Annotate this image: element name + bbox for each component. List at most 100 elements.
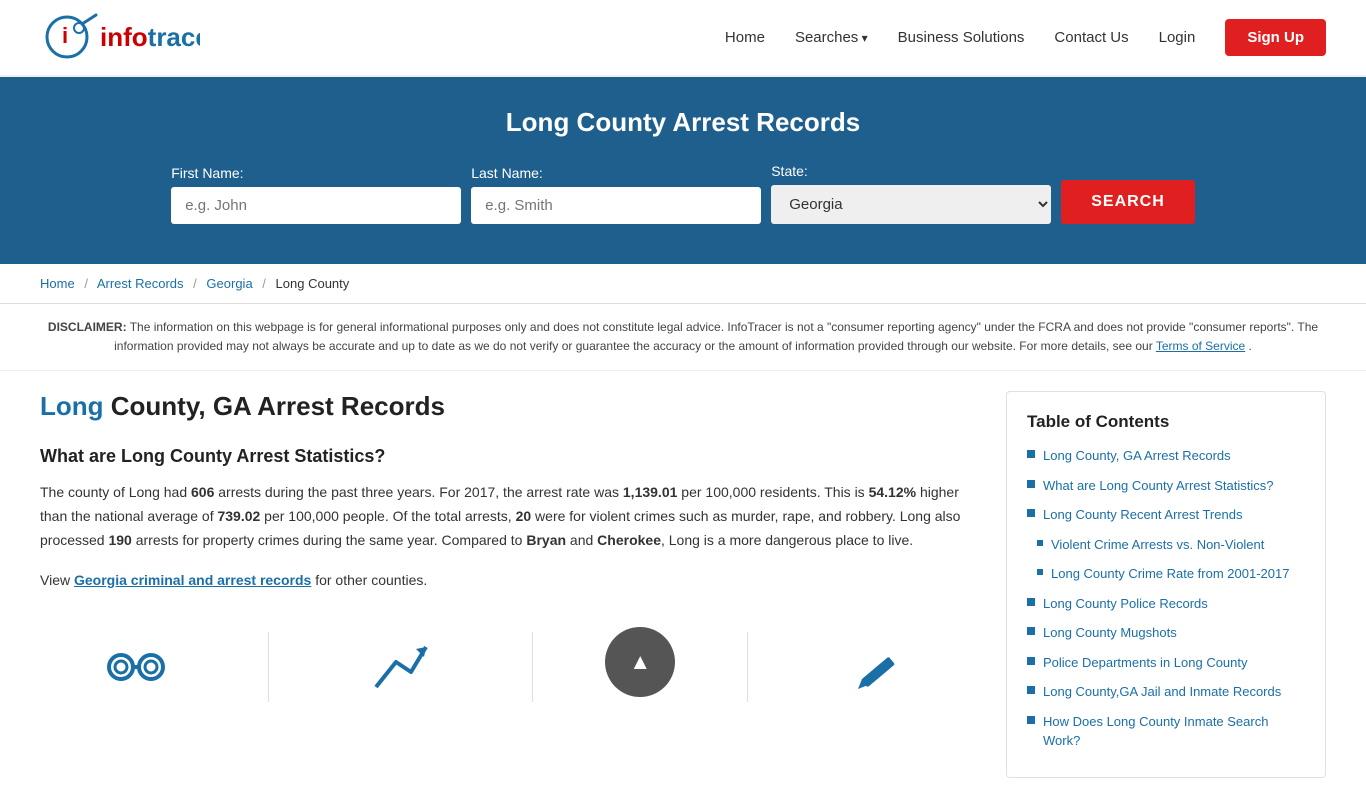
breadcrumb-long-county: Long County xyxy=(276,276,350,291)
toc-item: Long County Recent Arrest Trends xyxy=(1027,505,1305,525)
title-rest: County, GA Arrest Records xyxy=(104,391,445,421)
state-select[interactable]: Georgia Alabama Florida Tennessee xyxy=(771,185,1051,224)
first-name-input[interactable] xyxy=(171,187,461,224)
toc-bullet-icon xyxy=(1027,657,1035,665)
view-georgia-link[interactable]: Georgia criminal and arrest records xyxy=(74,572,311,588)
breadcrumb: Home / Arrest Records / Georgia / Long C… xyxy=(0,264,1366,304)
toc-link[interactable]: Long County Police Records xyxy=(1043,594,1208,614)
toc-item: What are Long County Arrest Statistics? xyxy=(1027,476,1305,496)
toc-bullet-icon xyxy=(1027,450,1035,458)
arrests-count: 606 xyxy=(191,484,214,500)
s1p1: The county of Long had xyxy=(40,484,191,500)
toc-bullet-icon xyxy=(1027,598,1035,606)
search-form: First Name: Last Name: State: Georgia Al… xyxy=(40,163,1326,224)
icon-trend-up xyxy=(341,627,461,707)
toc-heading: Table of Contents xyxy=(1027,412,1305,432)
toc-item: Long County Mugshots xyxy=(1027,623,1305,643)
breadcrumb-sep1: / xyxy=(84,276,88,291)
nav-contact[interactable]: Contact Us xyxy=(1054,29,1128,46)
section1-heading: What are Long County Arrest Statistics? xyxy=(40,446,976,467)
toc-link[interactable]: What are Long County Arrest Statistics? xyxy=(1043,476,1274,496)
county1: Bryan xyxy=(526,532,566,548)
toc-link[interactable]: Police Departments in Long County xyxy=(1043,653,1248,673)
disclaimer-bold: DISCLAIMER: xyxy=(48,320,127,334)
toc-item: Long County Police Records xyxy=(1027,594,1305,614)
title-highlight: Long xyxy=(40,391,104,421)
s1p5: per 100,000 people. Of the total arrests… xyxy=(260,508,515,524)
toc-bullet-icon xyxy=(1027,509,1035,517)
s1p7: arrests for property crimes during the s… xyxy=(132,532,527,548)
nav-links: Home Searches Business Solutions Contact… xyxy=(725,19,1326,56)
toc-link[interactable]: Long County Mugshots xyxy=(1043,623,1177,643)
toc-link[interactable]: Long County,GA Jail and Inmate Records xyxy=(1043,682,1281,702)
main-content: Long County, GA Arrest Records What are … xyxy=(0,371,1366,798)
toc-link[interactable]: Violent Crime Arrests vs. Non-Violent xyxy=(1051,535,1264,555)
svg-text:infotracer™: infotracer™ xyxy=(100,22,200,52)
logo-svg: i infotracer™ xyxy=(40,10,200,65)
violent-count: 20 xyxy=(516,508,532,524)
toc-item: Police Departments in Long County xyxy=(1027,653,1305,673)
first-name-label: First Name: xyxy=(171,165,243,181)
breadcrumb-georgia[interactable]: Georgia xyxy=(206,276,252,291)
toc-bullet-icon xyxy=(1027,716,1035,724)
pct-higher: 54.12% xyxy=(869,484,916,500)
toc-item: Long County,GA Jail and Inmate Records xyxy=(1027,682,1305,702)
view-end: for other counties. xyxy=(311,572,427,588)
nav-searches[interactable]: Searches xyxy=(795,29,868,46)
rate-2017: 1,139.01 xyxy=(623,484,678,500)
article-main-title: Long County, GA Arrest Records xyxy=(40,391,976,422)
hero-section: Long County Arrest Records First Name: L… xyxy=(0,77,1366,264)
breadcrumb-sep3: / xyxy=(262,276,266,291)
state-group: State: Georgia Alabama Florida Tennessee xyxy=(771,163,1051,224)
property-count: 190 xyxy=(108,532,131,548)
scroll-top-btn[interactable]: ▲ xyxy=(605,627,675,697)
toc-link[interactable]: Long County, GA Arrest Records xyxy=(1043,446,1231,466)
last-name-group: Last Name: xyxy=(471,165,761,224)
last-name-label: Last Name: xyxy=(471,165,543,181)
svg-text:i: i xyxy=(62,23,68,48)
nav-signup[interactable]: Sign Up xyxy=(1225,19,1326,56)
breadcrumb-sep2: / xyxy=(193,276,197,291)
s1p3: per 100,000 residents. This is xyxy=(677,484,868,500)
toc-link[interactable]: Long County Recent Arrest Trends xyxy=(1043,505,1242,525)
breadcrumb-home[interactable]: Home xyxy=(40,276,75,291)
disclaimer-tos-link[interactable]: Terms of Service xyxy=(1156,339,1245,353)
navbar: i infotracer™ Home Searches Business Sol… xyxy=(0,0,1366,77)
first-name-group: First Name: xyxy=(171,165,461,224)
breadcrumb-arrest-records[interactable]: Arrest Records xyxy=(97,276,184,291)
toc-item: How Does Long County Inmate Search Work? xyxy=(1027,712,1305,751)
section1-paragraph: The county of Long had 606 arrests durin… xyxy=(40,481,976,552)
nav-business[interactable]: Business Solutions xyxy=(898,29,1025,46)
icon-row: ▲ xyxy=(40,617,976,707)
s1p9: , Long is a more dangerous place to live… xyxy=(661,532,913,548)
icon-handcuffs xyxy=(76,627,196,707)
s1p2: arrests during the past three years. For… xyxy=(214,484,623,500)
disclaimer-text: The information on this webpage is for g… xyxy=(114,320,1318,353)
toc-link[interactable]: Long County Crime Rate from 2001-2017 xyxy=(1051,564,1289,584)
national-avg: 739.02 xyxy=(217,508,260,524)
article-body: Long County, GA Arrest Records What are … xyxy=(40,391,976,778)
toc-link[interactable]: How Does Long County Inmate Search Work? xyxy=(1043,712,1305,751)
nav-login[interactable]: Login xyxy=(1159,29,1196,46)
state-label: State: xyxy=(771,163,808,179)
logo: i infotracer™ xyxy=(40,10,200,65)
icon-pen xyxy=(820,627,940,707)
view-georgia-para: View Georgia criminal and arrest records… xyxy=(40,569,976,593)
county2: Cherokee xyxy=(597,532,661,548)
toc-item: Long County, GA Arrest Records xyxy=(1027,446,1305,466)
toc-list: Long County, GA Arrest Records What are L… xyxy=(1027,446,1305,751)
toc-sub-bullet-icon xyxy=(1037,569,1043,575)
disclaimer-tos-end: . xyxy=(1249,339,1252,353)
toc-sub-bullet-icon xyxy=(1037,540,1043,546)
last-name-input[interactable] xyxy=(471,187,761,224)
nav-home[interactable]: Home xyxy=(725,29,765,46)
view-text: View xyxy=(40,572,74,588)
toc-item: Violent Crime Arrests vs. Non-Violent xyxy=(1027,535,1305,555)
toc-bullet-icon xyxy=(1027,627,1035,635)
toc-bullet-icon xyxy=(1027,686,1035,694)
search-button[interactable]: SEARCH xyxy=(1061,180,1195,224)
hero-title: Long County Arrest Records xyxy=(40,107,1326,138)
toc-sidebar: Table of Contents Long County, GA Arrest… xyxy=(1006,391,1326,778)
disclaimer-bar: DISCLAIMER: The information on this webp… xyxy=(0,304,1366,371)
toc-bullet-icon xyxy=(1027,480,1035,488)
